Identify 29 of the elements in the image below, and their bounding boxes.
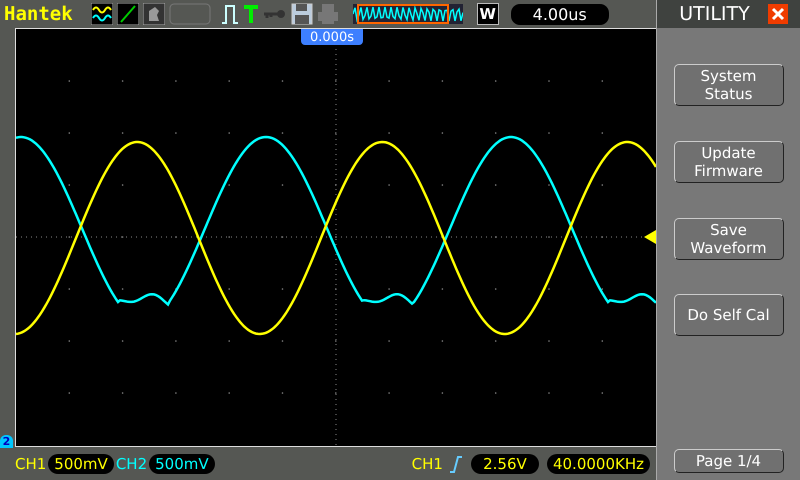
save-icon[interactable] (290, 3, 313, 25)
empty-slot-icon (168, 3, 211, 25)
channel-scale: 500mV (48, 454, 114, 474)
menu-button[interactable]: Do Self Cal (674, 294, 784, 336)
close-icon (770, 7, 785, 21)
channel-label: CH2 (116, 455, 148, 473)
frequency-readout: 40.0000KHz (546, 454, 650, 474)
waveform-icon[interactable] (90, 3, 113, 25)
channel-label: CH1 (15, 455, 46, 473)
channel-marker: 2 (0, 435, 13, 448)
trigger-position-label: 0.000s (301, 29, 363, 45)
channel-scale: 500mV (149, 454, 215, 474)
menu-title: UTILITY (679, 3, 750, 25)
menu-button[interactable]: System Status (674, 64, 784, 106)
persistence-icon[interactable] (142, 3, 165, 25)
menu-button[interactable]: Update Firmware (674, 141, 784, 183)
timebase-readout: 4.00us (510, 4, 609, 24)
trigger-level-readout: 2.56V (470, 454, 539, 474)
waveform-overview-icon (352, 2, 463, 26)
zoom-mode-label[interactable]: W (476, 3, 499, 25)
menu-button[interactable]: Save Waveform (674, 218, 784, 260)
page-button[interactable]: Page 1/4 (674, 449, 784, 473)
rising-edge-icon (448, 455, 463, 473)
brand-logo: Hantek (4, 3, 73, 25)
trigger-t-icon[interactable] (242, 3, 259, 25)
xy-mode-icon[interactable] (116, 3, 139, 25)
pulse-icon[interactable] (220, 3, 239, 25)
trigger-source: CH1 (412, 455, 443, 473)
close-button[interactable] (768, 4, 788, 24)
